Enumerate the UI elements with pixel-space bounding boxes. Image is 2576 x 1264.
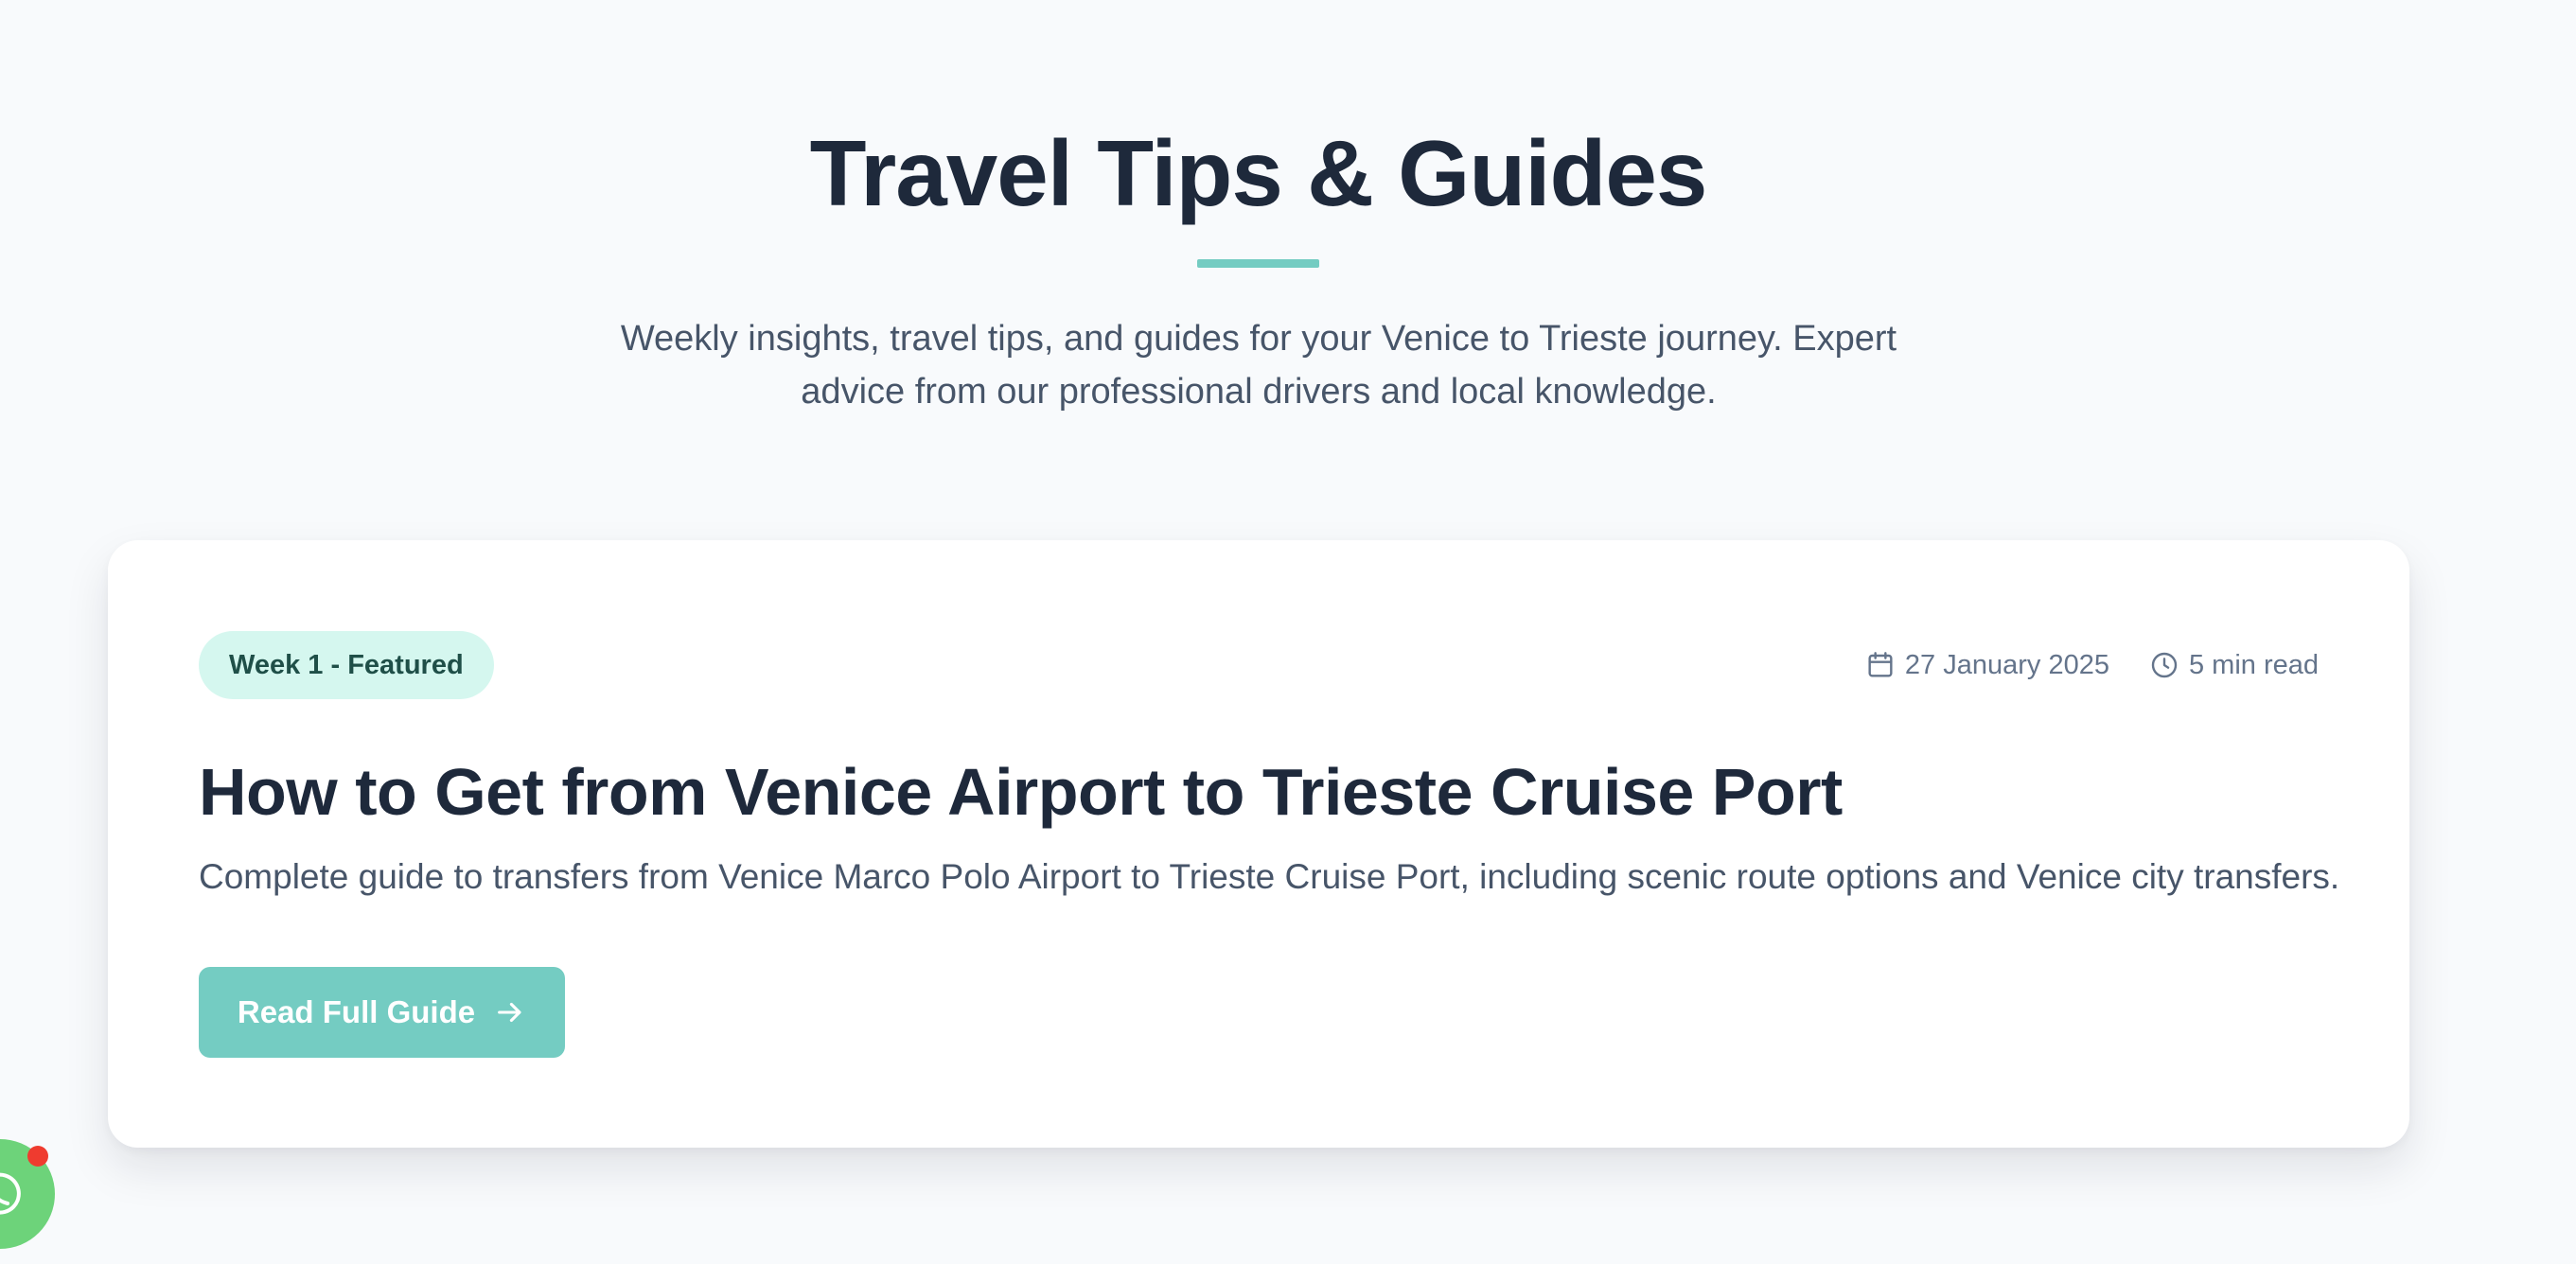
post-meta: 27 January 2025 5 min read (1865, 644, 2319, 686)
page: Travel Tips & Guides Weekly insights, tr… (0, 0, 2576, 1264)
clock-icon (2151, 652, 2178, 678)
featured-badge: Week 1 - Featured (199, 631, 494, 699)
read-full-guide-label: Read Full Guide (237, 994, 476, 1029)
guide-description: Complete guide to transfers from Venice … (199, 857, 2340, 896)
page-title: Travel Tips & Guides (809, 121, 1708, 225)
arrow-right-icon (498, 1002, 521, 1023)
title-underline (1197, 259, 1319, 268)
read-time: 5 min read (2188, 649, 2319, 680)
calendar-icon (1868, 652, 1893, 677)
whatsapp-icon (0, 1172, 21, 1215)
subtitle-line-1: Weekly insights, travel tips, and guides… (620, 319, 1897, 359)
read-full-guide-button[interactable]: Read Full Guide (199, 967, 565, 1058)
featured-guide-card: Week 1 - Featured 27 January 2025 5 min … (108, 540, 2409, 1148)
page-subtitle: Weekly insights, travel tips, and guides… (568, 312, 1950, 418)
subtitle-line-2: advice from our professional drivers and… (801, 372, 1717, 412)
post-date: 27 January 2025 (1904, 649, 2109, 680)
notification-dot (27, 1146, 48, 1167)
guide-title[interactable]: How to Get from Venice Airport to Triest… (199, 746, 1843, 837)
